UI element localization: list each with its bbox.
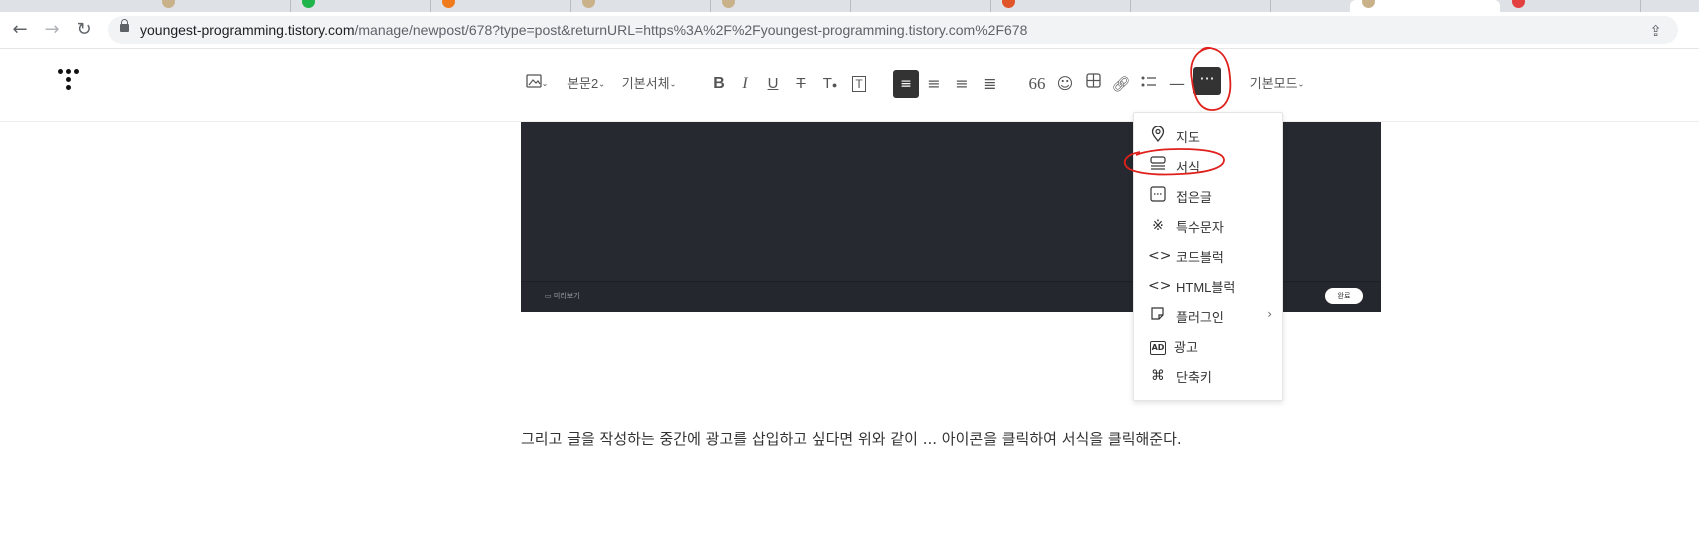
- underline-icon[interactable]: U: [762, 73, 784, 95]
- menu-item-special-char[interactable]: ※ 특수문자: [1134, 211, 1282, 241]
- editor-mode-label: 기본모드: [1249, 76, 1298, 91]
- tab-favicon: [302, 0, 315, 8]
- menu-item-plugin[interactable]: 플러그인 ›: [1134, 301, 1282, 331]
- shortcut-icon: ⌘: [1151, 368, 1165, 384]
- menu-item-label: HTML블럭: [1176, 280, 1236, 295]
- tab-favicon: [1512, 0, 1525, 8]
- chevron-down-icon: ⌄: [1297, 79, 1305, 89]
- back-icon[interactable]: ←: [8, 18, 32, 42]
- text-color-icon[interactable]: T●: [818, 73, 842, 95]
- paragraph-style-label: 본문2: [567, 76, 599, 91]
- horizontal-rule-icon[interactable]: —: [1166, 73, 1188, 95]
- editor-mode-select[interactable]: 기본모드⌄: [1246, 73, 1308, 95]
- preview-text: 미리보기: [553, 292, 580, 300]
- menu-item-code-block[interactable]: <> 코드블럭: [1134, 241, 1282, 271]
- browser-tab-strip: [0, 0, 1699, 12]
- browser-tab[interactable]: [430, 0, 571, 12]
- menu-item-ad[interactable]: AD 광고: [1134, 331, 1282, 361]
- menu-item-shortcut[interactable]: ⌘ 단축키: [1134, 361, 1282, 391]
- ad-icon: AD: [1148, 336, 1168, 356]
- tab-favicon: [1362, 0, 1375, 8]
- plugin-icon: [1148, 306, 1168, 326]
- template-icon: [1148, 156, 1168, 176]
- map-pin-icon: [1148, 125, 1168, 146]
- paragraph-style-select[interactable]: 본문2⌄: [564, 73, 608, 95]
- text-background-icon[interactable]: T: [848, 73, 870, 95]
- url-field[interactable]: youngest-programming.tistory.com/manage/…: [108, 16, 1678, 44]
- menu-item-map[interactable]: 지도: [1134, 121, 1282, 151]
- menu-item-label: 특수문자: [1176, 220, 1224, 235]
- align-left-icon[interactable]: ≡: [893, 70, 919, 98]
- browser-tab[interactable]: [990, 0, 1131, 12]
- url-path: /manage/newpost/678?type=post&returnURL=…: [354, 22, 1028, 38]
- editor-toolbar: ⌄ 본문2⌄ 기본서체⌄ B I U T T● T ≡ ≡ ≡ ≣ 66 ☺ 🔗…: [0, 49, 1699, 122]
- italic-icon[interactable]: I: [734, 73, 756, 95]
- font-face-select[interactable]: 기본서체⌄: [618, 73, 680, 95]
- post-paragraph[interactable]: 그리고 글을 작성하는 중간에 광고를 삽입하고 싶다면 위와 같이 ... 아…: [521, 428, 1182, 449]
- special-char-icon: ※: [1152, 218, 1164, 234]
- align-right-icon[interactable]: ≡: [951, 73, 973, 95]
- more-options-menu: 지도 서식 접은글 ※ 특수문자 <> 코드블럭 <> HTML블럭 플러그인 …: [1133, 112, 1283, 401]
- fold-icon: [1148, 186, 1168, 206]
- menu-item-label: 지도: [1176, 130, 1200, 145]
- tab-favicon: [162, 0, 175, 8]
- menu-item-label: 플러그인: [1176, 310, 1224, 325]
- menu-item-label: 접은글: [1176, 190, 1212, 205]
- menu-item-fold[interactable]: 접은글: [1134, 181, 1282, 211]
- list-icon[interactable]: [1138, 73, 1160, 95]
- lock-icon: [120, 19, 129, 32]
- browser-tab[interactable]: [150, 0, 291, 12]
- link-icon[interactable]: 🔗︎: [1110, 73, 1132, 95]
- tab-favicon: [442, 0, 455, 8]
- menu-item-template[interactable]: 서식: [1134, 151, 1282, 181]
- emoticon-icon[interactable]: ☺: [1054, 73, 1076, 95]
- menu-item-label: 코드블럭: [1176, 250, 1224, 265]
- preview-label: ▭ 미리보기: [545, 292, 580, 300]
- browser-tab[interactable]: [1500, 0, 1641, 12]
- browser-tab-active[interactable]: [1350, 0, 1500, 12]
- reload-icon[interactable]: ↻: [72, 18, 96, 42]
- align-center-icon[interactable]: ≡: [923, 73, 945, 95]
- url-text: youngest-programming.tistory.com/manage/…: [140, 22, 1027, 38]
- menu-item-label: 단축키: [1176, 370, 1212, 385]
- quote-icon[interactable]: 66: [1026, 73, 1048, 95]
- chevron-down-icon: ⌄: [669, 79, 677, 89]
- browser-tab[interactable]: [1130, 0, 1271, 12]
- font-face-label: 기본서체: [621, 76, 670, 91]
- insert-image-icon[interactable]: ⌄: [524, 73, 550, 95]
- browser-tab[interactable]: [710, 0, 851, 12]
- url-host: youngest-programming.tistory.com: [140, 22, 355, 38]
- tistory-logo[interactable]: [58, 69, 86, 97]
- align-justify-icon[interactable]: ≣: [979, 73, 1001, 95]
- browser-tab[interactable]: [570, 0, 711, 12]
- table-icon[interactable]: [1082, 73, 1104, 95]
- share-icon[interactable]: ⇪: [1649, 22, 1662, 40]
- strikethrough-icon[interactable]: T: [790, 73, 812, 95]
- browser-address-bar: ← → ↻ youngest-programming.tistory.com/m…: [0, 12, 1699, 49]
- browser-tab[interactable]: [850, 0, 991, 12]
- tab-favicon: [722, 0, 735, 8]
- bold-icon[interactable]: B: [708, 73, 730, 95]
- done-button: 완료: [1325, 288, 1363, 304]
- tab-favicon: [582, 0, 595, 8]
- menu-item-html-block[interactable]: <> HTML블럭: [1134, 271, 1282, 301]
- code-icon: <>: [1148, 248, 1172, 264]
- more-options-button[interactable]: ···: [1193, 67, 1221, 95]
- chevron-right-icon: ›: [1267, 307, 1272, 321]
- html-icon: <>: [1148, 278, 1172, 294]
- forward-icon[interactable]: →: [40, 18, 64, 42]
- browser-tab[interactable]: [290, 0, 431, 12]
- tab-favicon: [1002, 0, 1015, 8]
- menu-item-label: 광고: [1174, 340, 1198, 355]
- menu-item-label: 서식: [1176, 160, 1200, 175]
- chevron-down-icon: ⌄: [598, 79, 605, 89]
